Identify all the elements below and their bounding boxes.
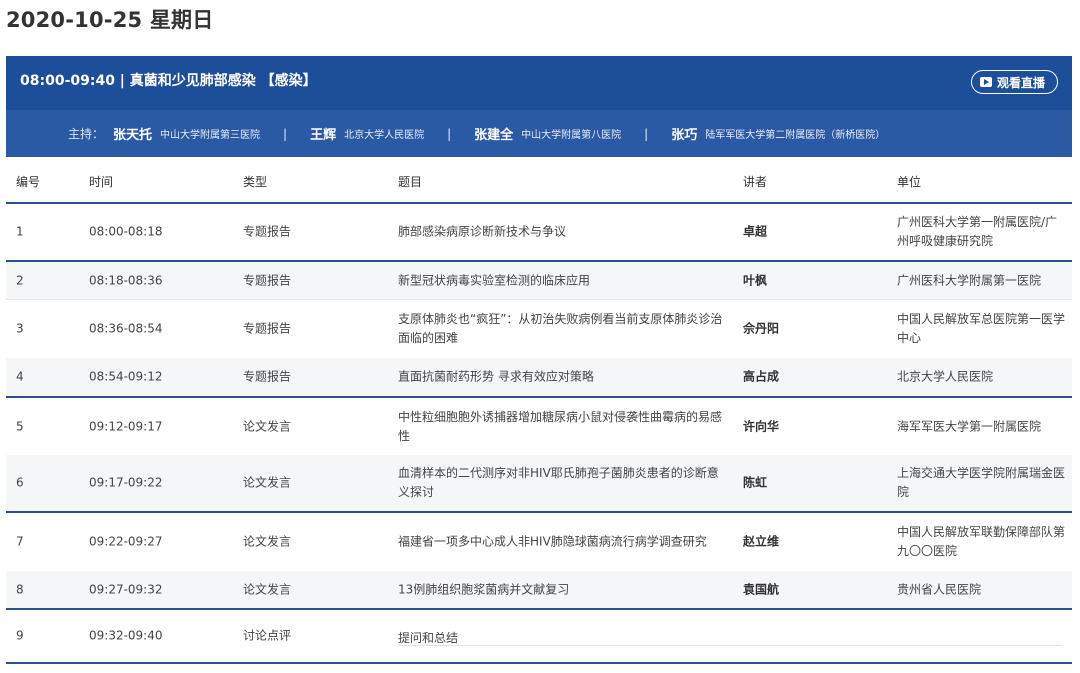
- row-speaker: 许向华: [743, 419, 780, 433]
- chair-separator: |: [283, 126, 288, 141]
- row-time: 09:27-09:32: [89, 582, 163, 596]
- header-topic: 题目: [398, 175, 423, 189]
- table-row: 4 08:54-09:12 专题报告 直面抗菌耐药形势 寻求有效应对策略 高占成…: [6, 358, 1072, 398]
- table-row: 7 09:22-09:27 论文发言 福建省一项多中心成人非HIV肺隐球菌病流行…: [6, 513, 1072, 571]
- watch-live-label: 观看直播: [996, 75, 1045, 90]
- row-type: 论文发言: [243, 419, 292, 433]
- topic-divider: [398, 645, 1062, 646]
- row-number: 8: [16, 582, 24, 596]
- header-type: 类型: [243, 175, 268, 189]
- row-type: 专题报告: [243, 224, 292, 239]
- chairs-bar: 主持： 张天托 中山大学附属第三医院 | 王辉 北京大学人民医院 | 张建全 中…: [6, 110, 1072, 157]
- row-organization: 中国人民解放军总医院第一医学中心: [897, 312, 1066, 345]
- header-number: 编号: [16, 175, 41, 189]
- table-row: 6 09:17-09:22 论文发言 血清样本的二代测序对非HIV耶氏肺孢子菌肺…: [6, 455, 1072, 513]
- row-type: 专题报告: [243, 369, 292, 384]
- row-speaker: 袁国航: [743, 582, 780, 596]
- header-time: 时间: [89, 175, 114, 189]
- row-type: 专题报告: [243, 273, 292, 287]
- row-organization: 广州医科大学附属第一医院: [897, 273, 1042, 287]
- chair-separator: |: [447, 126, 452, 141]
- table-row: 1 08:00-08:18 专题报告 肺部感染病原诊断新技术与争议 卓超 广州医…: [6, 204, 1072, 262]
- chair-name: 张建全: [474, 128, 514, 143]
- row-topic: 支原体肺炎也“疯狂”：从初治失败病例看当前支原体肺炎诊治面临的困难: [398, 312, 723, 345]
- row-type: 讨论点评: [243, 628, 292, 643]
- row-type: 专题报告: [243, 321, 292, 336]
- row-organization: 北京大学人民医院: [897, 369, 994, 384]
- session-header: 08:00-09:40 | 真菌和少见肺部感染 【感染】 观看直播: [6, 56, 1072, 110]
- row-number: 6: [16, 475, 24, 490]
- row-number: 4: [16, 369, 24, 384]
- row-speaker: 赵立维: [743, 534, 780, 549]
- table-row: 2 08:18-08:36 专题报告 新型冠状病毒实验室检测的临床应用 叶枫 广…: [6, 262, 1072, 300]
- chair-name: 张天托: [113, 128, 153, 143]
- session-title: 08:00-09:40 | 真菌和少见肺部感染 【感染】: [20, 73, 317, 89]
- chair-org: 北京大学人民医院: [344, 130, 425, 141]
- row-time: 09:17-09:22: [89, 475, 163, 490]
- chair-org: 中山大学附属第三医院: [160, 130, 261, 141]
- table-row: 3 08:36-08:54 专题报告 支原体肺炎也“疯狂”：从初治失败病例看当前…: [6, 300, 1072, 358]
- row-time: 09:22-09:27: [89, 534, 163, 549]
- row-organization: 贵州省人民医院: [897, 582, 982, 596]
- row-speaker: 高占成: [743, 369, 780, 384]
- row-topic: 新型冠状病毒实验室检测的临床应用: [398, 273, 591, 287]
- row-topic: 13例肺组织胞浆菌病并文献复习: [398, 582, 570, 596]
- row-organization: 海军军医大学第一附属医院: [897, 419, 1042, 433]
- row-type: 论文发言: [243, 582, 292, 596]
- chair-separator: |: [644, 126, 649, 141]
- row-organization: 广州医科大学第一附属医院/广州呼吸健康研究院: [897, 215, 1058, 248]
- row-topic: 肺部感染病原诊断新技术与争议: [398, 224, 567, 239]
- row-number: 7: [16, 534, 24, 549]
- header-speaker: 讲者: [743, 175, 768, 189]
- row-speaker: 叶枫: [743, 273, 768, 287]
- row-organization: 上海交通大学医学院附属瑞金医院: [897, 466, 1066, 499]
- row-time: 08:36-08:54: [89, 321, 163, 336]
- row-time: 09:12-09:17: [89, 419, 163, 433]
- header-organization: 单位: [897, 175, 922, 189]
- schedule-table-header: 编号 时间 类型 题目 讲者 单位: [6, 157, 1072, 204]
- row-topic: 福建省一项多中心成人非HIV肺隐球菌病流行病学调查研究: [398, 534, 707, 549]
- row-time: 09:32-09:40: [89, 628, 163, 643]
- row-topic: 直面抗菌耐药形势 寻求有效应对策略: [398, 369, 594, 384]
- table-row: 8 09:27-09:32 论文发言 13例肺组织胞浆菌病并文献复习 袁国航 贵…: [6, 571, 1072, 610]
- row-type: 论文发言: [243, 534, 292, 549]
- row-speaker: 陈虹: [743, 475, 768, 490]
- chairs-label: 主持：: [68, 127, 105, 141]
- chair-name: 王辉: [310, 128, 337, 143]
- row-time: 08:18-08:36: [89, 273, 163, 287]
- row-time: 08:00-08:18: [89, 224, 163, 239]
- row-type: 论文发言: [243, 475, 292, 490]
- row-number: 9: [16, 628, 24, 643]
- row-speaker: 卓超: [743, 224, 768, 239]
- row-organization: 中国人民解放军联勤保障部队第九〇〇医院: [897, 525, 1066, 558]
- watch-live-button[interactable]: 观看直播: [970, 70, 1058, 94]
- row-number: 1: [16, 224, 24, 239]
- row-topic: 中性粒细胞胞外诱捕器增加糖尿病小鼠对侵袭性曲霉病的易感性: [398, 409, 723, 443]
- chair-org: 陆军军医大学第二附属医院（新桥医院）: [705, 130, 886, 141]
- table-row: 5 09:12-09:17 论文发言 中性粒细胞胞外诱捕器增加糖尿病小鼠对侵袭性…: [6, 398, 1072, 455]
- chair-org: 中山大学附属第八医院: [521, 130, 622, 141]
- table-row: 9 09:32-09:40 讨论点评 提问和总结: [6, 610, 1072, 664]
- row-number: 2: [16, 273, 24, 287]
- row-number: 3: [16, 321, 24, 336]
- play-icon: [979, 77, 992, 87]
- row-topic: 血清样本的二代测序对非HIV耶氏肺孢子菌肺炎患者的诊断意义探讨: [398, 466, 719, 499]
- chair-name: 张巧: [671, 128, 698, 143]
- row-time: 08:54-09:12: [89, 369, 163, 384]
- row-speaker: 佘丹阳: [743, 321, 780, 336]
- page-date: 2020-10-25 星期日: [6, 8, 214, 32]
- row-number: 5: [16, 419, 24, 433]
